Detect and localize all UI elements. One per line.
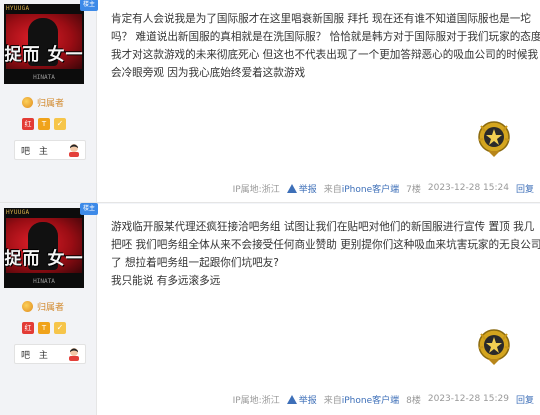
- reply-button[interactable]: 回复: [516, 182, 534, 195]
- user-badges: 红 T: [22, 322, 66, 334]
- belong-label[interactable]: 归属者: [22, 96, 64, 109]
- hand-icon: [22, 97, 33, 108]
- t-badge-icon[interactable]: T: [38, 118, 50, 130]
- post-floor-7: HYUUGA 捉而 女一 HINATA 楼主 归属者 红 T 吧 主 肯定有人会…: [0, 0, 540, 203]
- verified-badge-icon[interactable]: [54, 118, 66, 130]
- floor-number: 8楼: [406, 395, 421, 406]
- client-link[interactable]: iPhone客户端: [342, 396, 399, 406]
- client-link[interactable]: iPhone客户端: [342, 185, 399, 195]
- warning-icon: [286, 183, 297, 193]
- louzhu-badge: 楼主: [80, 203, 98, 215]
- post-time: 2023-12-28 15:29: [427, 394, 509, 404]
- report-button[interactable]: 举报: [286, 393, 317, 406]
- verified-badge-icon[interactable]: [54, 322, 66, 334]
- floor-number: 7楼: [406, 184, 421, 195]
- post-footer: IP属地:浙江 举报 来自iPhone客户端 8楼 2023-12-28 15:…: [232, 393, 534, 406]
- reply-button[interactable]: 回复: [516, 393, 534, 406]
- red-badge-icon[interactable]: 红: [22, 322, 34, 334]
- red-badge-icon[interactable]: 红: [22, 118, 34, 130]
- bar-owner-avatar-icon: [69, 144, 79, 157]
- bar-owner-avatar-icon: [69, 348, 79, 361]
- post-content: 游戏临开服某代理还疯狂接洽吧务组 试图让我们在贴吧对他们的新国服进行宣传 置顶 …: [111, 221, 540, 287]
- post-content: 肯定有人会说我是为了国际服才在这里唱衰新国服 拜托 现在还有谁不知道国际服也是一…: [111, 13, 540, 79]
- avatar[interactable]: HYUUGA 捉而 女一 HINATA: [4, 4, 84, 84]
- user-pane: HYUUGA 捉而 女一 HINATA 楼主 归属者 红 T 吧 主: [0, 0, 98, 202]
- warning-icon: [286, 394, 297, 404]
- louzhu-badge: 楼主: [80, 0, 98, 11]
- post-footer: IP属地:浙江 举报 来自iPhone客户端 7楼 2023-12-28 15:…: [232, 182, 534, 195]
- bar-owner-card[interactable]: 吧 主: [14, 140, 86, 160]
- bar-owner-card[interactable]: 吧 主: [14, 344, 86, 364]
- belong-label[interactable]: 归属者: [22, 300, 64, 313]
- post-floor-8: HYUUGA 捉而 女一 HINATA 楼主 归属者 红 T 吧 主 游戏临开服…: [0, 203, 540, 415]
- report-button[interactable]: 举报: [286, 182, 317, 195]
- avatar[interactable]: HYUUGA 捉而 女一 HINATA: [4, 208, 84, 288]
- post-time: 2023-12-28 15:24: [427, 183, 509, 193]
- user-badges: 红 T: [22, 118, 66, 130]
- medal-icon: [478, 121, 510, 157]
- medal-icon: [478, 329, 510, 365]
- hand-icon: [22, 301, 33, 312]
- t-badge-icon[interactable]: T: [38, 322, 50, 334]
- user-pane: HYUUGA 捉而 女一 HINATA 楼主 归属者 红 T 吧 主: [0, 203, 98, 415]
